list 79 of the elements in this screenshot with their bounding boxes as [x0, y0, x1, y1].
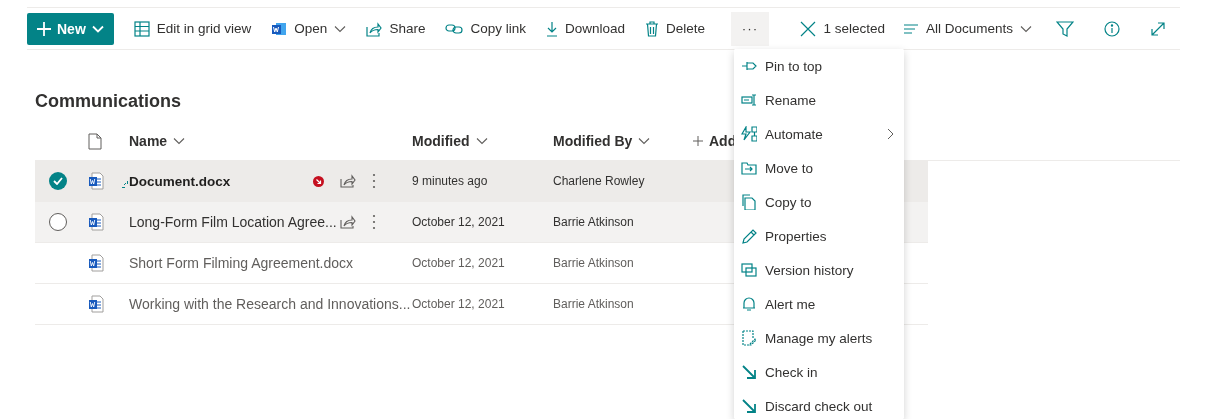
file-name[interactable]: Document.docx — [129, 173, 231, 189]
check-icon — [53, 177, 63, 185]
chevron-right-icon — [887, 128, 894, 140]
chevron-down-icon — [91, 24, 104, 33]
plus-icon — [693, 136, 703, 146]
menu-item[interactable]: Automate — [734, 117, 904, 151]
trash-icon — [645, 20, 659, 37]
modified-by: Barrie Atkinson — [553, 256, 635, 270]
copy-icon — [741, 194, 757, 210]
chevron-down-icon — [173, 137, 186, 145]
grid-icon — [133, 20, 150, 37]
word-icon — [271, 20, 288, 37]
expand-icon — [1150, 20, 1166, 37]
bell-icon — [741, 296, 757, 312]
menu-item[interactable]: Manage my alerts — [734, 321, 904, 355]
arrow-down-right-icon — [741, 364, 757, 380]
file-name[interactable]: Long-Form Film Location Agree... — [129, 214, 337, 230]
folder-arrow-icon — [741, 160, 757, 176]
filter-icon — [1056, 20, 1074, 37]
menu-item[interactable]: Pin to top — [734, 49, 904, 83]
modified-by: Charlene Rowley — [553, 174, 646, 188]
info-icon — [1104, 20, 1120, 37]
file-name[interactable]: Short Form Filming Agreement.docx — [129, 255, 354, 271]
flow-icon — [741, 126, 757, 142]
close-icon — [800, 20, 817, 37]
select-checkbox[interactable] — [49, 172, 67, 190]
chevron-down-icon — [638, 137, 651, 145]
link-button[interactable]: Copy link — [437, 11, 534, 46]
menu-item[interactable]: Check in — [734, 355, 904, 389]
modified-date: October 12, 2021 — [412, 297, 506, 311]
modified-date: October 12, 2021 — [412, 256, 506, 270]
plus-icon — [37, 21, 51, 36]
modified-date: 9 minutes ago — [412, 174, 489, 188]
clear-selection-button[interactable]: 1 selected — [792, 11, 893, 46]
page-pencil-icon — [741, 330, 757, 346]
more-options-icon[interactable] — [372, 214, 376, 230]
rename-icon — [741, 92, 757, 108]
grid-button[interactable]: Edit in grid view — [125, 11, 260, 46]
share-icon[interactable] — [340, 174, 356, 188]
view-selector[interactable]: All Documents — [894, 11, 1040, 46]
modified-by: Barrie Atkinson — [553, 297, 635, 311]
menu-item[interactable]: Discard check out — [734, 389, 904, 419]
share-button[interactable]: Share — [358, 11, 434, 46]
stacked-pages-icon — [741, 262, 757, 278]
menu-item[interactable]: Alert me — [734, 287, 904, 321]
chevron-down-icon — [1020, 24, 1032, 33]
menu-item[interactable]: Copy to — [734, 185, 904, 219]
chevron-down-icon — [475, 137, 488, 145]
link-icon — [445, 22, 464, 35]
more-options-icon[interactable] — [372, 173, 376, 189]
library-title: Communications — [35, 89, 181, 113]
word-document-icon — [88, 254, 104, 272]
select-checkbox[interactable] — [49, 213, 67, 231]
more-button[interactable]: ··· — [731, 11, 769, 46]
modified-by: Barrie Atkinson — [553, 215, 635, 229]
file-name[interactable]: Working with the Research and Innovations... — [129, 296, 411, 312]
word-document-icon — [88, 213, 104, 231]
new-button[interactable]: New — [27, 12, 114, 45]
column-header[interactable]: Modified — [412, 133, 488, 149]
download-button[interactable]: Download — [537, 11, 633, 46]
arrow-down-right-icon — [741, 398, 757, 414]
menu-item[interactable]: Version history — [734, 253, 904, 287]
pencil-icon — [741, 228, 757, 244]
menu-item[interactable]: Properties — [734, 219, 904, 253]
file-type-icon — [88, 132, 102, 150]
share-icon — [366, 20, 383, 37]
column-header[interactable]: Name — [129, 133, 186, 149]
word-document-icon — [88, 295, 104, 313]
chevron-down-icon — [334, 24, 347, 33]
menu-item[interactable]: Rename — [734, 83, 904, 117]
column-header[interactable]: Modified By — [553, 133, 651, 149]
delete-button[interactable]: Delete — [637, 11, 713, 46]
modified-date: October 12, 2021 — [412, 215, 506, 229]
lines-icon — [902, 22, 919, 35]
download-icon — [545, 20, 558, 37]
menu-item[interactable]: Move to — [734, 151, 904, 185]
share-icon[interactable] — [340, 215, 356, 229]
open-button[interactable]: Open — [263, 11, 355, 46]
word-document-icon — [88, 172, 104, 190]
